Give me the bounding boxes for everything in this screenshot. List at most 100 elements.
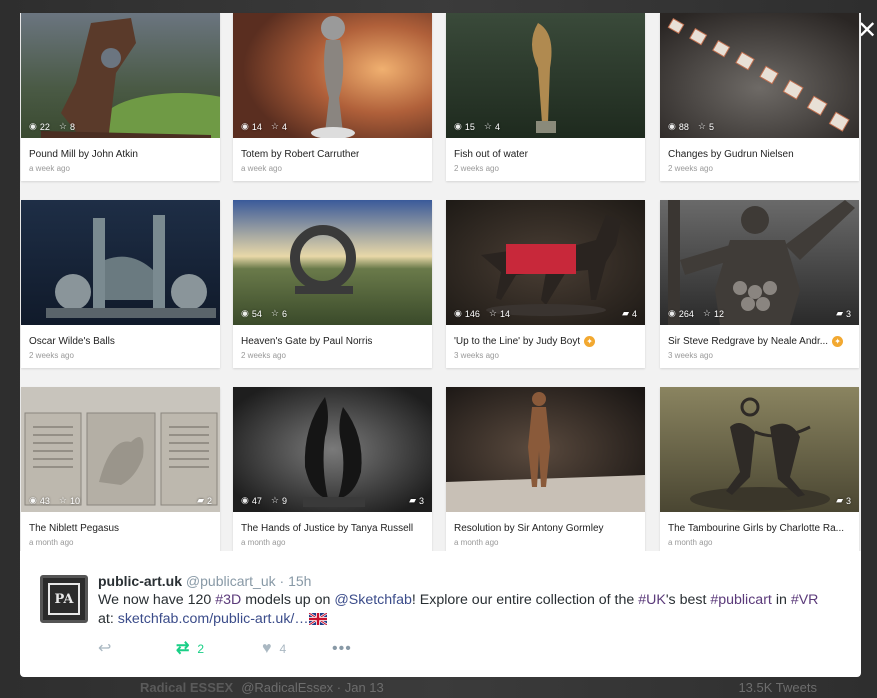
bg-tweet-handle: @RadicalEssex · Jan 13	[241, 679, 384, 695]
model-stats: ◉ 14 ☆ 4	[241, 121, 287, 132]
model-thumbnail[interactable]	[446, 387, 645, 512]
star-icon: ☆	[697, 121, 706, 131]
model-card[interactable]: ◉ 47 ☆ 9 ▰ 3 The Hands of Justice by Tanya …	[233, 387, 432, 555]
heart-icon: ♥	[262, 640, 272, 657]
model-title[interactable]: Resolution by Sir Antony Gormley	[454, 523, 637, 534]
hashtag-vr[interactable]: #VR	[791, 592, 819, 608]
display-name[interactable]: public-art.uk	[98, 573, 182, 589]
model-comments: ▰ 3	[836, 495, 851, 506]
model-time: a month ago	[668, 538, 713, 547]
tweet-header: public-art.uk @publicart_uk · 15h	[98, 573, 311, 589]
model-title[interactable]: Oscar Wilde's Balls	[29, 336, 212, 347]
model-thumbnail[interactable]: ◉ 14 ☆ 4	[233, 13, 432, 138]
like-count: 4	[279, 642, 287, 656]
model-stats: ◉ 146 ☆ 14	[454, 308, 510, 319]
model-card[interactable]: ◉ 22 ☆ 8 Pound Mill by John Atkin a week a…	[21, 13, 220, 181]
model-title[interactable]: Fish out of water	[454, 149, 637, 160]
model-title[interactable]: Totem by Robert Carruther	[241, 149, 424, 160]
model-comments: ▰ 3	[836, 308, 851, 319]
background-next-tweet: Radical ESSEX @RadicalEssex · Jan 13 13.…	[140, 676, 877, 698]
hashtag-publicart[interactable]: #publicart	[710, 592, 772, 608]
mention-sketchfab[interactable]: @Sketchfab	[334, 592, 412, 608]
view-count: 15	[464, 121, 475, 132]
model-title[interactable]: 'Up to the Line' by Judy Boyt ✦	[454, 336, 637, 347]
comment-count: 3	[845, 308, 851, 319]
model-comments: ▰ 2	[197, 495, 212, 506]
model-thumbnail[interactable]: ▰ 3	[660, 387, 859, 512]
comment-icon: ▰	[197, 495, 204, 505]
like-count: 6	[281, 308, 287, 319]
tweet-text: We now have 120 #3D models up on @Sketch…	[98, 591, 838, 631]
comment-count: 4	[631, 308, 637, 319]
star-icon: ☆	[270, 121, 279, 131]
star-icon: ☆	[702, 308, 711, 318]
model-thumbnail[interactable]: ◉ 15 ☆ 4	[446, 13, 645, 138]
model-comments: ▰ 3	[409, 495, 424, 506]
model-time: a week ago	[29, 164, 70, 173]
model-card[interactable]: ◉ 264 ☆ 12 ▰ 3 Sir Steve Redgrave by Neale …	[660, 200, 859, 368]
view-count: 47	[251, 495, 262, 506]
model-card[interactable]: ▰ 3 The Tambourine Girls by Charlotte Ra.…	[660, 387, 859, 555]
model-thumbnail[interactable]: ◉ 22 ☆ 8	[21, 13, 220, 138]
reply-button[interactable]: ↩	[98, 641, 176, 657]
comment-count: 3	[845, 495, 851, 506]
star-icon: ☆	[270, 308, 279, 318]
handle[interactable]: @publicart_uk	[186, 573, 276, 589]
model-time: 2 weeks ago	[29, 351, 74, 360]
star-icon: ☆	[270, 495, 279, 505]
model-card[interactable]: ◉ 14 ☆ 4 Totem by Robert Carruther a week …	[233, 13, 432, 181]
eye-icon: ◉	[241, 495, 249, 505]
model-card[interactable]: ◉ 88 ☆ 5 Changes by Gudrun Nielsen 2 weeks…	[660, 13, 859, 181]
like-count: 8	[69, 121, 75, 132]
model-title[interactable]: The Niblett Pegasus	[29, 523, 212, 534]
eye-icon: ◉	[29, 121, 37, 131]
hashtag-uk[interactable]: #UK	[638, 592, 666, 608]
model-thumbnail[interactable]	[21, 200, 220, 325]
star-icon: ☆	[58, 495, 67, 505]
model-time: a week ago	[241, 164, 282, 173]
model-thumbnail[interactable]: ◉ 47 ☆ 9 ▰ 3	[233, 387, 432, 512]
tweet-actions: ↩ ⇄ 2 ♥ 4 •••	[98, 639, 352, 659]
model-time: 2 weeks ago	[668, 164, 713, 173]
avatar[interactable]: PA	[40, 575, 88, 623]
model-stats: ◉ 88 ☆ 5	[668, 121, 714, 132]
like-count: 5	[708, 121, 714, 132]
model-title[interactable]: Pound Mill by John Atkin	[29, 149, 212, 160]
comment-icon: ▰	[836, 495, 843, 505]
model-thumbnail[interactable]: ◉ 43 ☆ 10 ▰ 2	[21, 387, 220, 512]
model-card[interactable]: ◉ 146 ☆ 14 ▰ 4 'Up to the Line' by Judy Boy…	[446, 200, 645, 368]
retweet-button[interactable]: ⇄ 2	[176, 641, 262, 657]
like-count: 12	[713, 308, 724, 319]
model-card[interactable]: ◉ 15 ☆ 4 Fish out of water 2 weeks ago	[446, 13, 645, 181]
tweet-link[interactable]: sketchfab.com/public-art.uk/…	[118, 611, 309, 627]
model-card[interactable]: ◉ 54 ☆ 6 Heaven's Gate by Paul Norris 2 we…	[233, 200, 432, 368]
model-thumbnail[interactable]: ◉ 54 ☆ 6	[233, 200, 432, 325]
tweet-time[interactable]: 15h	[288, 573, 311, 589]
model-title[interactable]: Heaven's Gate by Paul Norris	[241, 336, 424, 347]
retweet-icon: ⇄	[176, 640, 190, 657]
star-icon: ☆	[483, 121, 492, 131]
model-card[interactable]: Resolution by Sir Antony Gormley a month…	[446, 387, 645, 555]
model-time: a month ago	[241, 538, 286, 547]
model-card[interactable]: ◉ 43 ☆ 10 ▰ 2 The Niblett Pegasus a month a…	[21, 387, 220, 555]
like-count: 14	[499, 308, 510, 319]
eye-icon: ◉	[454, 308, 462, 318]
model-comments: ▰ 4	[622, 308, 637, 319]
model-thumbnail[interactable]: ◉ 264 ☆ 12 ▰ 3	[660, 200, 859, 325]
view-count: 54	[251, 308, 262, 319]
hashtag-3d[interactable]: #3D	[215, 592, 241, 608]
model-thumbnail[interactable]: ◉ 146 ☆ 14 ▰ 4	[446, 200, 645, 325]
model-title[interactable]: The Hands of Justice by Tanya Russell	[241, 523, 424, 534]
like-button[interactable]: ♥ 4	[262, 641, 332, 657]
model-title[interactable]: Changes by Gudrun Nielsen	[668, 149, 851, 160]
like-count: 4	[281, 121, 287, 132]
model-time: a month ago	[29, 538, 74, 547]
like-count: 4	[494, 121, 500, 132]
model-thumbnail[interactable]: ◉ 88 ☆ 5	[660, 13, 859, 138]
model-title[interactable]: The Tambourine Girls by Charlotte Ra...	[668, 523, 851, 534]
model-card[interactable]: Oscar Wilde's Balls 2 weeks ago	[21, 200, 220, 368]
more-button[interactable]: •••	[332, 640, 352, 658]
view-count: 14	[251, 121, 262, 132]
model-title[interactable]: Sir Steve Redgrave by Neale Andr... ✦	[668, 336, 851, 347]
bg-tweet-count: 13.5K Tweets	[738, 679, 817, 695]
